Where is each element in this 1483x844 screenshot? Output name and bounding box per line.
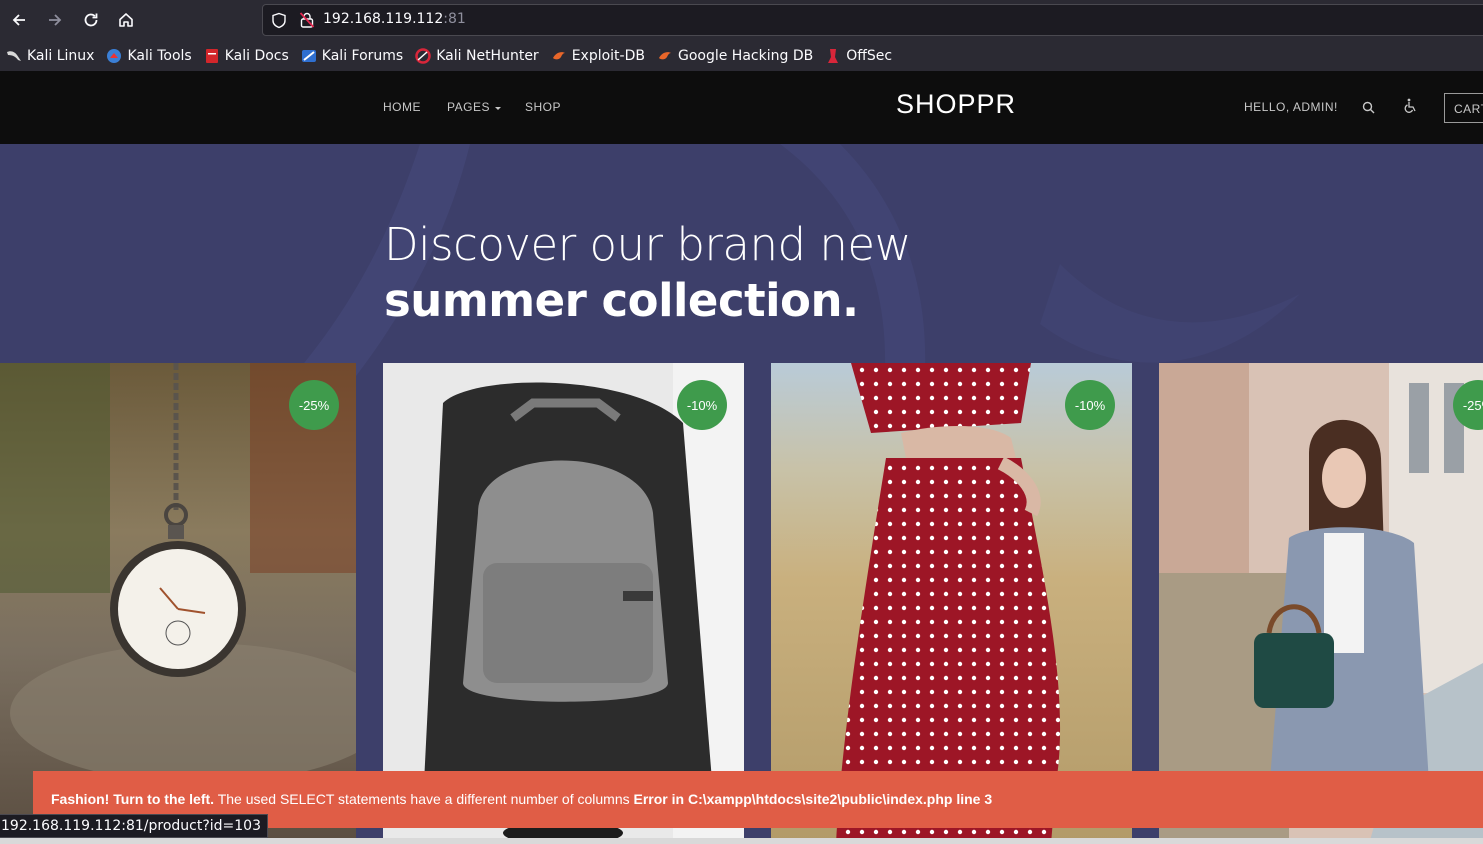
brand-logo[interactable]: SHOPPR [896, 89, 1016, 120]
shield-icon[interactable] [271, 12, 287, 29]
kali-dragon-icon [6, 48, 22, 64]
accessibility-button[interactable] [1403, 98, 1417, 117]
bookmark-ghdb[interactable]: Google Hacking DB [657, 48, 813, 64]
bookmark-kali-tools[interactable]: Kali Tools [106, 47, 192, 64]
browser-toolbar: 192.168.119.112:81 [0, 0, 1483, 40]
hero-section: Discover our brand new summer collection… [0, 144, 1483, 844]
hero-title-line2: summer collection. [384, 274, 859, 327]
bookmark-label: OffSec [846, 47, 893, 64]
bookmark-label: Kali Docs [224, 47, 289, 64]
search-icon [1362, 101, 1375, 114]
site-header: HOME PAGES SHOP SHOPPR HELLO, ADMIN! CAR… [0, 71, 1483, 144]
forward-button[interactable] [43, 8, 67, 32]
bookmark-label: Kali Forums [321, 47, 404, 64]
ghdb-icon [657, 48, 673, 64]
discount-badge: -25% [289, 380, 339, 430]
window-bottom-edge [0, 838, 1483, 844]
cart-button[interactable]: CART [1444, 93, 1483, 123]
bookmarks-bar: Kali Linux Kali Tools Kali Docs Kali For… [0, 40, 1483, 71]
url-text[interactable]: 192.168.119.112:81 [323, 11, 466, 27]
bookmark-kali-nethunter[interactable]: Kali NetHunter [415, 47, 539, 64]
bookmark-kali-forums[interactable]: Kali Forums [301, 48, 403, 64]
url-bar[interactable]: 192.168.119.112:81 [262, 4, 1483, 36]
exploit-db-icon [551, 48, 567, 64]
arrow-left-icon [12, 14, 25, 26]
bookmark-label: Kali Tools [127, 47, 192, 64]
error-message: The used SELECT statements have a differ… [214, 791, 634, 807]
error-location: Error in C:\xampp\htdocs\site2\public\in… [633, 791, 993, 807]
arrow-right-icon [49, 14, 62, 26]
search-button[interactable] [1362, 99, 1375, 118]
error-prefix: Fashion! Turn to the left. [51, 791, 215, 807]
discount-badge: -10% [677, 380, 727, 430]
url-host: 192.168.119.112 [323, 11, 444, 27]
kali-docs-icon [204, 48, 220, 64]
reload-button[interactable] [79, 8, 103, 32]
bookmark-label: Google Hacking DB [677, 47, 814, 64]
insecure-lock-icon[interactable] [299, 11, 315, 29]
back-button[interactable] [7, 8, 31, 32]
nav-home[interactable]: HOME [383, 100, 421, 114]
link-status-url: 192.168.119.112:81/product?id=103 [0, 814, 268, 838]
bookmark-kali-linux[interactable]: Kali Linux [6, 48, 94, 64]
url-port: :81 [443, 11, 466, 27]
nav-pages-label: PAGES [447, 100, 490, 114]
nethunter-icon [415, 47, 431, 64]
user-greeting[interactable]: HELLO, ADMIN! [1244, 100, 1338, 114]
bookmark-exploit-db[interactable]: Exploit-DB [551, 48, 645, 64]
hero-title-line1: Discover our brand new [384, 218, 911, 271]
wheelchair-icon [1404, 98, 1416, 113]
home-icon [119, 13, 133, 27]
nav-pages[interactable]: PAGES [447, 100, 502, 114]
kali-forums-icon [301, 48, 317, 64]
nav-shop[interactable]: SHOP [525, 100, 561, 114]
offsec-icon [825, 48, 841, 64]
bookmark-kali-docs[interactable]: Kali Docs [204, 48, 289, 64]
bookmark-label: Kali NetHunter [436, 47, 539, 64]
home-button[interactable] [114, 8, 138, 32]
caret-down-icon [494, 106, 501, 110]
kali-tools-icon [106, 48, 122, 64]
bookmark-label: Exploit-DB [571, 47, 645, 64]
discount-badge: -10% [1065, 380, 1115, 430]
bookmark-offsec[interactable]: OffSec [825, 48, 892, 64]
reload-icon [84, 13, 98, 27]
bookmark-label: Kali Linux [27, 47, 95, 64]
